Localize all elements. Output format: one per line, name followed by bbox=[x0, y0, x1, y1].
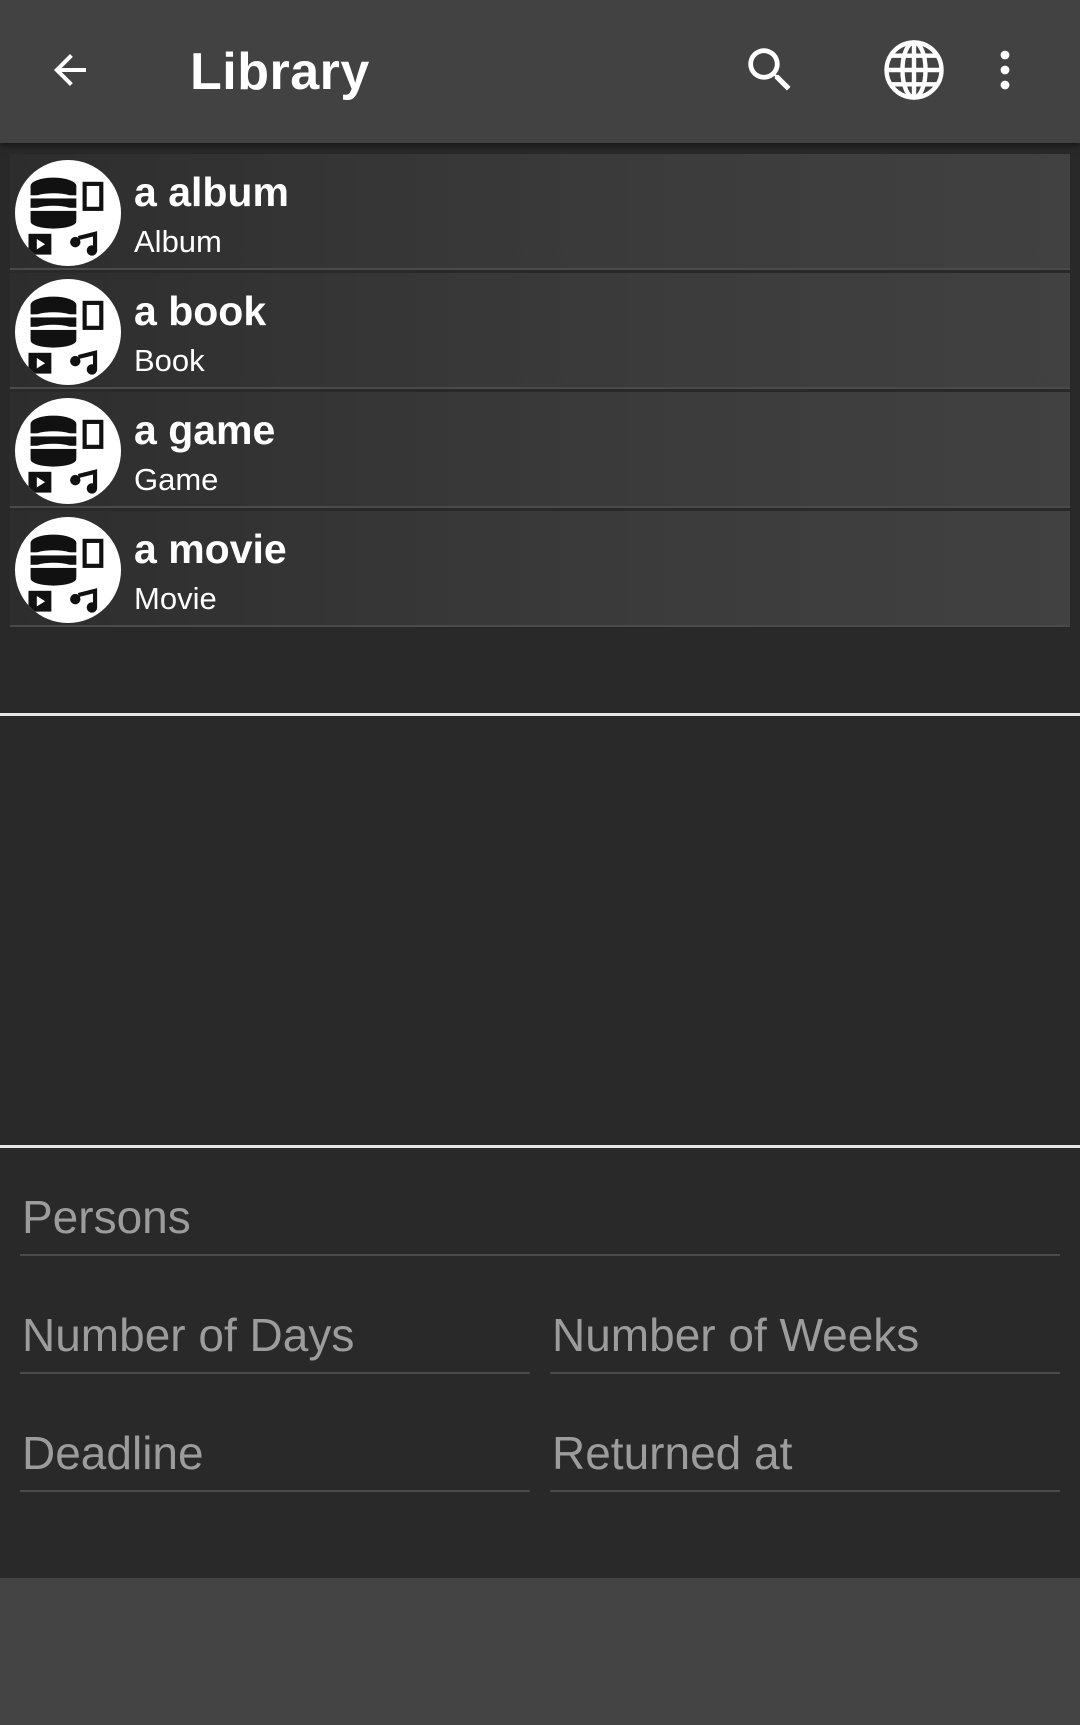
list-item-movie[interactable]: a movie Movie bbox=[10, 511, 1070, 627]
media-library-icon bbox=[15, 279, 121, 385]
item-title: a movie bbox=[134, 526, 287, 572]
persons-field[interactable] bbox=[20, 1180, 1060, 1256]
app-bar: Library bbox=[0, 0, 1080, 143]
page-title: Library bbox=[190, 43, 370, 101]
section-divider bbox=[0, 713, 1080, 716]
search-button[interactable] bbox=[725, 25, 815, 115]
media-library-icon bbox=[15, 517, 121, 623]
more-vert-icon bbox=[1000, 50, 1010, 90]
overflow-menu-button[interactable] bbox=[972, 25, 1062, 115]
number-of-weeks-field[interactable] bbox=[550, 1298, 1060, 1374]
list-item-game[interactable]: a game Game bbox=[10, 392, 1070, 508]
item-title: a book bbox=[134, 288, 267, 334]
number-of-weeks-input[interactable] bbox=[550, 1298, 1060, 1372]
item-title: a album bbox=[134, 169, 289, 215]
deadline-input[interactable] bbox=[20, 1416, 530, 1490]
returned-at-input[interactable] bbox=[550, 1416, 1060, 1490]
media-list: a album Album a book Book a game Game a … bbox=[10, 154, 1070, 630]
bottom-bar bbox=[0, 1578, 1080, 1725]
item-type: Album bbox=[134, 224, 222, 259]
media-library-icon bbox=[15, 398, 121, 504]
list-item-book[interactable]: a book Book bbox=[10, 273, 1070, 389]
item-title: a game bbox=[134, 407, 276, 453]
item-type: Book bbox=[134, 343, 205, 378]
item-type: Movie bbox=[134, 581, 217, 616]
list-item-album[interactable]: a album Album bbox=[10, 154, 1070, 270]
globe-icon bbox=[884, 40, 944, 100]
number-of-days-input[interactable] bbox=[20, 1298, 530, 1372]
number-of-days-field[interactable] bbox=[20, 1298, 530, 1374]
media-library-icon bbox=[15, 160, 121, 266]
back-button[interactable] bbox=[25, 25, 115, 115]
arrow-back-icon bbox=[54, 54, 86, 86]
search-icon bbox=[748, 48, 791, 91]
item-type: Game bbox=[134, 462, 219, 497]
persons-input[interactable] bbox=[20, 1180, 1060, 1254]
language-button[interactable] bbox=[869, 25, 959, 115]
deadline-field[interactable] bbox=[20, 1416, 530, 1492]
returned-at-field[interactable] bbox=[550, 1416, 1060, 1492]
section-divider bbox=[0, 1145, 1080, 1148]
